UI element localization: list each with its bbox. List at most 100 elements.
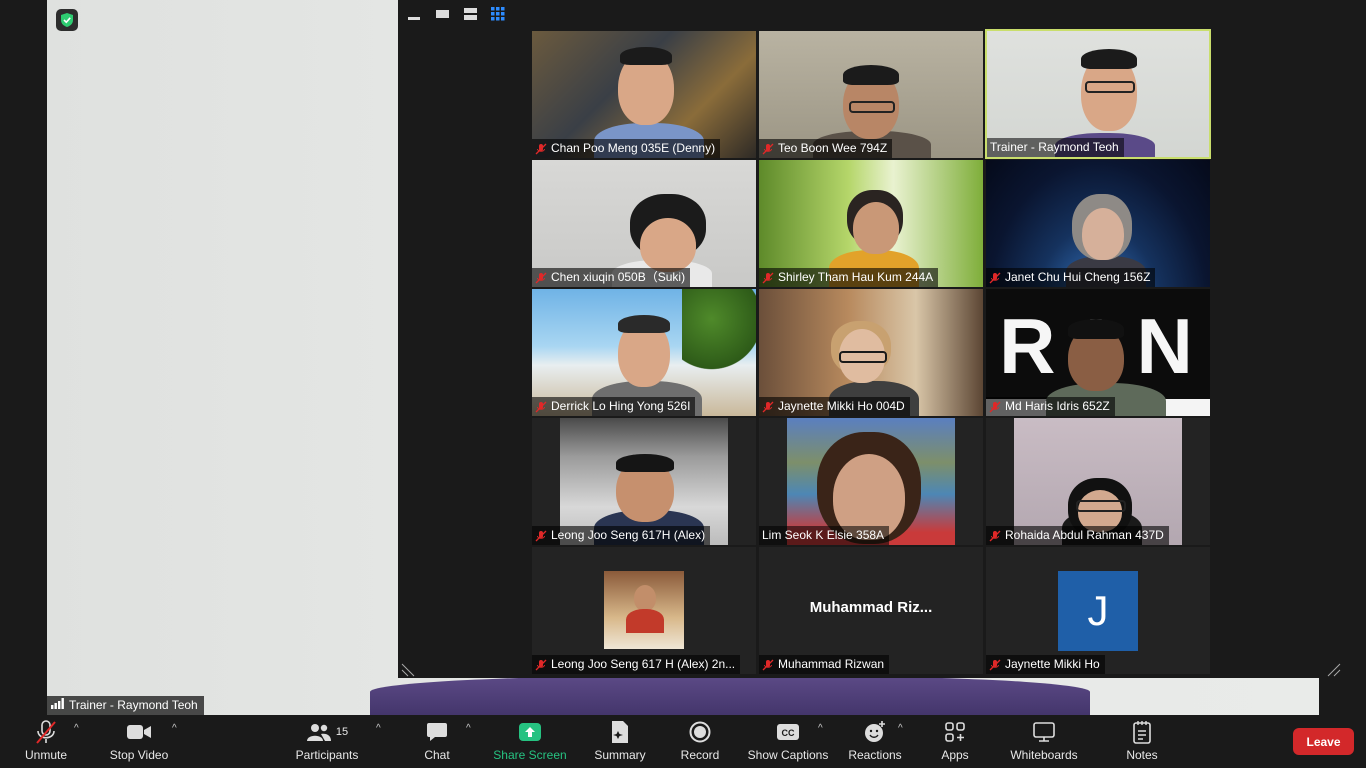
participant-name: Rohaida Abdul Rahman 437D bbox=[1005, 528, 1164, 542]
summary-button[interactable]: Summary bbox=[592, 715, 648, 768]
participant-tile[interactable]: Janet Chu Hui Cheng 156Z bbox=[986, 160, 1210, 287]
participant-name: Leong Joo Seng 617 H (Alex) 2n... bbox=[551, 657, 736, 671]
stop-video-button[interactable]: Stop Video bbox=[104, 715, 174, 768]
security-shield-icon[interactable] bbox=[56, 9, 78, 31]
speaker-name: Trainer - Raymond Teoh bbox=[69, 698, 198, 712]
participant-name: Muhammad Rizwan bbox=[778, 657, 885, 671]
record-icon bbox=[689, 720, 711, 744]
leave-button[interactable]: Leave bbox=[1293, 728, 1354, 755]
participant-tile[interactable]: R I N M Md Haris Idris 652Z bbox=[986, 289, 1210, 416]
participant-tile[interactable]: Lim Seok K Elsie 358A bbox=[759, 418, 983, 545]
speaker-view-icon[interactable] bbox=[432, 4, 452, 24]
muted-mic-icon bbox=[989, 530, 1001, 541]
participants-label: Participants bbox=[295, 748, 359, 762]
share-screen-button[interactable]: Share Screen bbox=[492, 715, 568, 768]
participant-glasses bbox=[1076, 500, 1126, 512]
participant-name: Teo Boon Wee 794Z bbox=[778, 141, 888, 155]
participant-glasses bbox=[839, 351, 887, 363]
participant-tile[interactable]: Muhammad Riz... Muhammad Rizwan bbox=[759, 547, 983, 674]
apps-button[interactable]: Apps bbox=[936, 715, 974, 768]
participant-display-name: Muhammad Riz... bbox=[809, 599, 933, 616]
whiteboards-button[interactable]: Whiteboards bbox=[1006, 715, 1082, 768]
participant-hair bbox=[1081, 49, 1137, 69]
speaker-name-label: Trainer - Raymond Teoh bbox=[47, 696, 204, 715]
muted-mic-icon bbox=[535, 659, 547, 670]
participant-name-label: Jaynette Mikki Ho 004D bbox=[759, 397, 910, 416]
participant-tile[interactable]: Derrick Lo Hing Yong 526I bbox=[532, 289, 756, 416]
apps-label: Apps bbox=[941, 748, 969, 762]
chat-label: Chat bbox=[424, 748, 450, 762]
participant-tile[interactable]: Rohaida Abdul Rahman 437D bbox=[986, 418, 1210, 545]
video-options-caret-icon[interactable]: ^ bbox=[172, 723, 177, 734]
participant-name-label: Rohaida Abdul Rahman 437D bbox=[986, 526, 1169, 545]
participant-tile[interactable]: Chan Poo Meng 035E (Denny) bbox=[532, 31, 756, 158]
muted-mic-icon bbox=[535, 401, 547, 412]
minimize-view-icon[interactable] bbox=[404, 4, 424, 24]
muted-mic-icon bbox=[989, 401, 1001, 412]
notes-label: Notes bbox=[1126, 748, 1158, 762]
resize-handle-left-icon[interactable] bbox=[401, 663, 415, 677]
participant-hair bbox=[843, 65, 899, 85]
reactions-options-caret-icon[interactable]: ^ bbox=[898, 723, 903, 734]
reactions-button[interactable]: Reactions bbox=[846, 715, 904, 768]
participant-name: Trainer - Raymond Teoh bbox=[990, 140, 1119, 154]
participant-name-label: Derrick Lo Hing Yong 526I bbox=[532, 397, 696, 416]
participant-hair bbox=[616, 454, 674, 472]
captions-options-caret-icon[interactable]: ^ bbox=[818, 723, 823, 734]
chat-button[interactable]: Chat bbox=[418, 715, 456, 768]
participant-name: Derrick Lo Hing Yong 526I bbox=[551, 399, 691, 413]
participant-name: Chan Poo Meng 035E (Denny) bbox=[551, 141, 716, 155]
participant-tile[interactable]: Chen xiuqin 050B（Suki) bbox=[532, 160, 756, 287]
speaker-shirt bbox=[370, 676, 1090, 716]
show-captions-label: Show Captions bbox=[747, 748, 829, 762]
participant-name-label: Lim Seok K Elsie 358A bbox=[759, 526, 890, 545]
participant-name: Leong Joo Seng 617H (Alex) bbox=[551, 528, 706, 542]
participant-face bbox=[634, 585, 656, 611]
participant-name: Shirley Tham Hau Kum 244A bbox=[778, 270, 934, 284]
audio-options-caret-icon[interactable]: ^ bbox=[74, 723, 79, 734]
participant-tile[interactable]: Teo Boon Wee 794Z bbox=[759, 31, 983, 158]
participants-count: 15 bbox=[335, 726, 349, 738]
apps-icon bbox=[944, 720, 966, 744]
muted-microphone-icon bbox=[35, 720, 57, 744]
participant-name-label: Leong Joo Seng 617H (Alex) bbox=[532, 526, 711, 545]
muted-mic-icon bbox=[762, 143, 774, 154]
gallery-view-icon[interactable] bbox=[488, 4, 508, 24]
participant-hair bbox=[618, 315, 670, 333]
participant-glasses bbox=[849, 101, 895, 113]
muted-mic-icon bbox=[535, 272, 547, 283]
notes-button[interactable]: Notes bbox=[1122, 715, 1162, 768]
reactions-smiley-icon bbox=[863, 720, 887, 744]
participant-tile[interactable]: Leong Joo Seng 617 H (Alex) 2n... bbox=[532, 547, 756, 674]
participant-body bbox=[626, 609, 664, 633]
resize-handle-right-icon[interactable] bbox=[1327, 663, 1341, 677]
participant-name: Chen xiuqin 050B（Suki) bbox=[551, 270, 686, 284]
view-switcher bbox=[404, 4, 508, 24]
record-button[interactable]: Record bbox=[678, 715, 722, 768]
participant-face bbox=[640, 218, 696, 272]
participant-tile[interactable]: Leong Joo Seng 617H (Alex) bbox=[532, 418, 756, 545]
chat-options-caret-icon[interactable]: ^ bbox=[466, 723, 471, 734]
participants-button[interactable]: 15 Participants bbox=[292, 715, 362, 768]
muted-mic-icon bbox=[762, 272, 774, 283]
muted-mic-icon bbox=[535, 143, 547, 154]
participant-tile[interactable]: Shirley Tham Hau Kum 244A bbox=[759, 160, 983, 287]
reactions-label: Reactions bbox=[848, 748, 902, 762]
record-label: Record bbox=[680, 748, 720, 762]
participant-tile-active-speaker[interactable]: Trainer - Raymond Teoh bbox=[985, 29, 1211, 159]
participant-face bbox=[1082, 208, 1124, 260]
strip-view-icon[interactable] bbox=[460, 4, 480, 24]
participant-name-label: Chen xiuqin 050B（Suki) bbox=[532, 268, 691, 287]
participants-icon: 15 bbox=[306, 720, 348, 744]
participant-name: Jaynette Mikki Ho bbox=[1005, 657, 1100, 671]
participant-tile[interactable]: J Jaynette Mikki Ho bbox=[986, 547, 1210, 674]
participant-name-label: Jaynette Mikki Ho bbox=[986, 655, 1105, 674]
unmute-button[interactable]: Unmute bbox=[18, 715, 74, 768]
participant-tile[interactable]: Jaynette Mikki Ho 004D bbox=[759, 289, 983, 416]
participant-name-label: Chan Poo Meng 035E (Denny) bbox=[532, 139, 721, 158]
stop-video-label: Stop Video bbox=[109, 748, 169, 762]
gallery-view-panel: Chan Poo Meng 035E (Denny) Teo Boon Wee … bbox=[398, 0, 1346, 678]
whiteboard-icon bbox=[1032, 720, 1056, 744]
participant-name: Jaynette Mikki Ho 004D bbox=[778, 399, 905, 413]
participants-options-caret-icon[interactable]: ^ bbox=[376, 723, 381, 734]
